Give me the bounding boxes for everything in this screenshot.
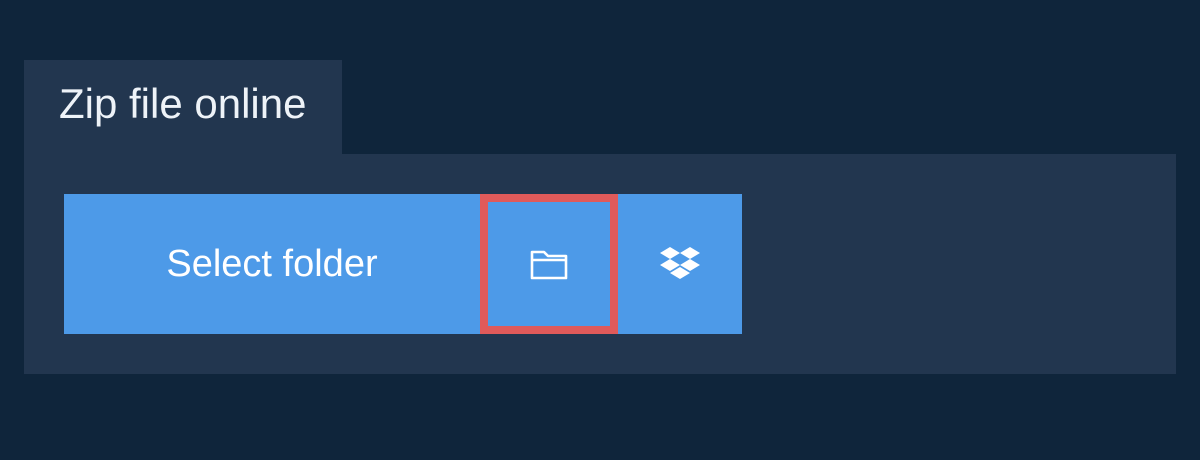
tool-tab: Zip file online xyxy=(24,60,342,156)
dropbox-icon xyxy=(659,246,701,282)
select-folder-button[interactable]: Select folder xyxy=(64,194,480,334)
local-folder-button[interactable] xyxy=(480,194,618,334)
select-folder-label: Select folder xyxy=(166,242,378,285)
tool-title: Zip file online xyxy=(59,80,307,127)
dropbox-button[interactable] xyxy=(618,194,742,334)
folder-icon xyxy=(529,247,569,281)
source-button-group: Select folder xyxy=(64,194,742,334)
